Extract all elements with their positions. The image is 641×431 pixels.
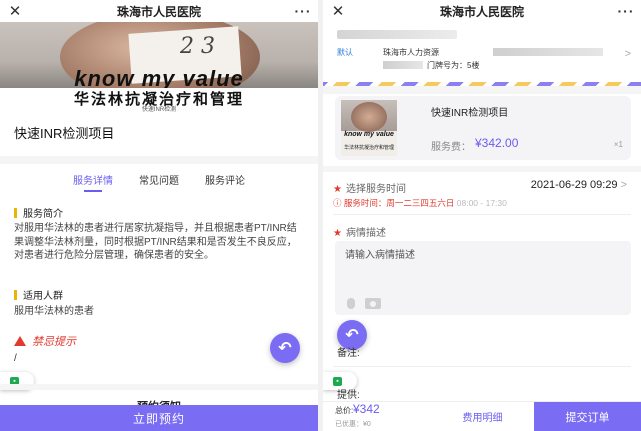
divider	[0, 384, 318, 390]
warning-icon	[14, 336, 26, 346]
info-icon: ⓘ	[333, 198, 344, 208]
section-audience-heading: 适用人群	[14, 287, 63, 302]
camera-icon[interactable]	[365, 298, 381, 309]
hero-scribble: 2 3	[180, 34, 215, 59]
book-now-button[interactable]: 立即预约	[0, 405, 318, 431]
section-intro-title: 服务简介	[23, 209, 63, 220]
hero-tagline: know my value	[74, 66, 244, 88]
item-quantity: ×1	[613, 140, 623, 149]
order-confirm-screen: ✕ 珠海市人民医院 ··· 默认 珠海市人力资源 门牌号为：5楼 > know …	[323, 0, 641, 431]
section-marker	[14, 207, 17, 218]
contraindication-body: /	[14, 353, 17, 364]
chevron-right-icon: >	[624, 48, 631, 60]
divider	[333, 214, 631, 215]
redacted-contact	[337, 30, 457, 39]
hero-banner: 2 3 know my value	[0, 22, 318, 88]
submit-order-button[interactable]: 提交订单	[534, 402, 641, 431]
service-time-label-text: 选择服务时间	[345, 184, 406, 195]
remark-label: 备注:	[337, 348, 360, 359]
section-marker	[14, 289, 17, 300]
thumbnail-tagline: know my value	[344, 131, 394, 138]
section-audience-title: 适用人群	[23, 291, 63, 302]
provide-label: 提供:	[337, 390, 360, 401]
item-name: 快速INR检测项目	[431, 108, 509, 119]
total-block: 总价: ¥342 已优惠：¥0	[323, 402, 431, 431]
divider	[333, 366, 631, 367]
service-hours-note: ⓘ 服务时间：周一二三四五六日 08:00 - 17:30	[333, 197, 507, 209]
back-icon[interactable]: ↶	[270, 333, 300, 363]
service-detail-screen: ✕ 珠海市人民医院 ··· 2 3 know my value 华法林抗凝治疗和…	[0, 0, 318, 431]
address-line-1: 珠海市人力资源	[383, 48, 439, 57]
contraindication-title: 禁忌提示	[32, 336, 76, 348]
service-hours: 08:00 - 17:30	[456, 198, 507, 208]
redacted-address	[383, 61, 423, 69]
required-mark: ★	[333, 228, 342, 239]
divider	[0, 156, 318, 164]
order-item-card: know my value 华法林抗凝治疗和管理 快速INR检测项目 服务费： …	[335, 96, 631, 160]
checkout-bar: 总价: ¥342 已优惠：¥0 费用明细 提交订单	[323, 401, 641, 431]
divider	[323, 166, 641, 172]
section-intro-body: 对服用华法林的患者进行居家抗凝指导，并且根据患者PT/INR结果调整华法林剂量，…	[14, 223, 297, 261]
more-icon[interactable]: ···	[611, 3, 641, 19]
total-label: 总价:	[335, 406, 354, 415]
tab-service-detail[interactable]: 服务详情	[73, 172, 113, 192]
service-time-value: 2021-06-29 09:29	[530, 179, 618, 191]
chevron-right-icon: >	[620, 179, 627, 191]
tab-reviews[interactable]: 服务评论	[205, 172, 245, 192]
default-badge: 默认	[337, 48, 353, 57]
flag-icon: ▪	[333, 376, 342, 386]
description-box	[335, 241, 631, 315]
description-label-text: 病情描述	[345, 228, 386, 239]
section-audience-body: 服用华法林的患者	[14, 306, 94, 317]
divider	[323, 86, 641, 94]
more-icon[interactable]: ···	[288, 3, 318, 19]
thumbnail-title: 华法林抗凝治疗和管理	[343, 145, 394, 151]
address-line-2: 门牌号为：5楼	[427, 61, 480, 70]
nav-bar: ✕ 珠海市人民医院 ···	[323, 0, 641, 22]
nav-title: 珠海市人民医院	[116, 4, 201, 19]
close-icon[interactable]: ✕	[323, 2, 353, 20]
microphone-icon[interactable]	[347, 298, 355, 309]
address-selector[interactable]: 默认 珠海市人力资源 门牌号为：5楼 >	[323, 28, 641, 80]
product-title: 快速INR检测项目	[14, 126, 115, 141]
tab-bar: 服务详情 常见问题 服务评论	[0, 172, 318, 192]
total-amount: ¥342	[353, 402, 380, 416]
fee-detail-button[interactable]: 费用明细	[431, 402, 534, 431]
nav-title: 珠海市人民医院	[439, 4, 524, 19]
description-label: ★ 病情描述	[333, 224, 386, 239]
thumbnail-photo	[351, 102, 387, 132]
required-mark: ★	[333, 184, 342, 195]
item-thumbnail: know my value 华法林抗凝治疗和管理	[341, 100, 397, 156]
fee-label: 服务费：	[431, 142, 471, 153]
redacted-address	[493, 48, 603, 56]
nav-bar: ✕ 珠海市人民医院 ···	[0, 0, 318, 22]
service-hours-label: 服务时间：周一二三四五六日	[343, 198, 455, 208]
tab-faq[interactable]: 常见问题	[139, 172, 179, 192]
description-input[interactable]	[345, 247, 621, 263]
discount-text: 已优惠：¥0	[335, 421, 371, 428]
hero-subtitle: 快速INR检测	[141, 107, 177, 113]
service-time-picker[interactable]: 2021-06-29 09:29 >	[531, 179, 627, 191]
close-icon[interactable]: ✕	[0, 2, 30, 20]
service-time-label: ★ 选择服务时间	[333, 180, 406, 195]
fee-amount: ¥342.00	[475, 136, 519, 150]
section-intro-heading: 服务简介	[14, 205, 63, 220]
contraindication-heading: 禁忌提示	[14, 333, 76, 349]
